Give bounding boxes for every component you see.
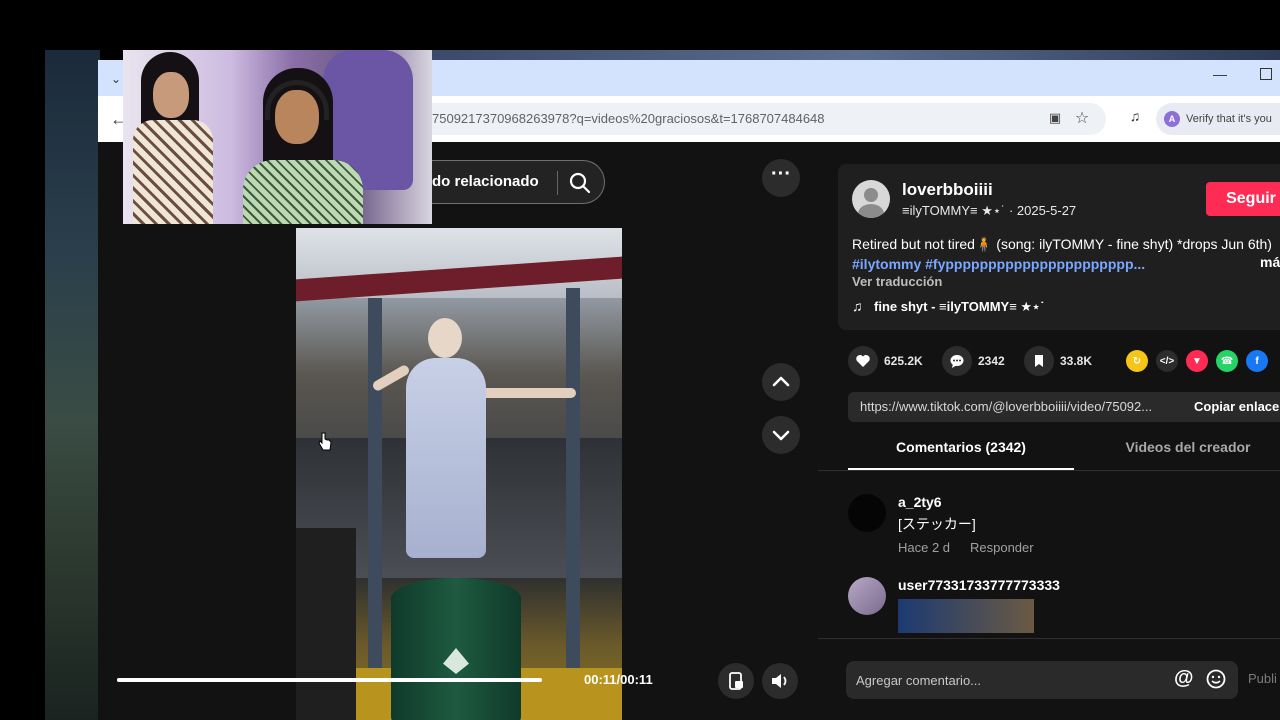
video-window-frame-right	[566, 288, 580, 720]
music-link[interactable]: fine shyt - ≡ilyTOMMY≡ ★⋆˙	[874, 299, 1045, 315]
streamer-2-body	[243, 160, 363, 224]
pip-icon	[729, 672, 743, 690]
save-stat[interactable]: 33.8K	[1024, 345, 1092, 377]
whatsapp-icon[interactable]: ☎	[1216, 350, 1238, 372]
like-count: 625.2K	[884, 354, 923, 368]
verify-text: Verify that it's you	[1186, 113, 1272, 125]
comment-username[interactable]: user77331733777773333	[898, 577, 1060, 593]
chevron-down-icon	[772, 430, 790, 441]
details-panel: loverbboiiii ≡ilyTOMMY≡ ★⋆˙ · 2025-5-27 …	[818, 142, 1280, 720]
emoji-icon[interactable]	[1206, 669, 1226, 689]
embed-code-icon[interactable]: </>	[1156, 350, 1178, 372]
desktop-wallpaper	[45, 50, 100, 720]
show-more-link[interactable]: má	[1260, 254, 1280, 270]
previous-video-button[interactable]	[762, 363, 800, 401]
comment-bubble-icon	[942, 346, 972, 376]
save-count: 33.8K	[1060, 354, 1093, 368]
comment-composer: @ Publi	[818, 638, 1280, 720]
translate-link[interactable]: Ver traducción	[852, 274, 942, 289]
video-time: 00:11/00:11	[584, 672, 653, 687]
chevron-up-icon	[772, 376, 790, 387]
commenter-avatar[interactable]	[848, 494, 886, 532]
share-link-text[interactable]: https://www.tiktok.com/@loverbboiiii/vid…	[860, 399, 1152, 414]
tab-creator-videos[interactable]: Videos del creador	[1088, 439, 1280, 471]
comment-count: 2342	[978, 354, 1005, 368]
avatar-body	[858, 204, 884, 218]
video-area: do relacionado ··· 00:11/00:11	[98, 142, 818, 720]
video-progress-fill	[117, 678, 542, 682]
profile-avatar-icon: A	[1164, 111, 1180, 127]
like-stat[interactable]: 625.2K	[848, 345, 923, 377]
streamer-1-face	[153, 72, 189, 118]
minimize-icon[interactable]: —	[1210, 66, 1230, 86]
search-icon[interactable]	[568, 171, 592, 195]
comment-sticker-image	[898, 599, 1034, 633]
comment-stat[interactable]: 2342	[942, 345, 1005, 377]
commenter-avatar[interactable]	[848, 577, 886, 615]
comment-text: [ステッカー]	[898, 516, 976, 532]
post-info-card: loverbboiiii ≡ilyTOMMY≡ ★⋆˙ · 2025-5-27 …	[838, 164, 1280, 330]
maximize-icon[interactable]	[1260, 68, 1272, 80]
tabs-divider	[818, 470, 1280, 471]
bookmark-star-icon[interactable]: ☆	[1072, 108, 1092, 128]
next-video-button[interactable]	[762, 416, 800, 454]
media-controls-icon[interactable]: ♫	[1124, 108, 1146, 130]
repost-icon[interactable]: ↻	[1126, 350, 1148, 372]
copy-link-button[interactable]: Copiar enlace	[1194, 399, 1279, 414]
webcam-overlay	[123, 50, 432, 224]
facebook-icon[interactable]: f	[1246, 350, 1268, 372]
video-progress-bar[interactable]	[117, 678, 542, 682]
dancer-arm-right	[476, 388, 576, 398]
tiktok-page: do relacionado ··· 00:11/00:11 loverbboi…	[98, 142, 1280, 720]
desktop-wallpaper-top	[432, 50, 1280, 60]
hashtag-links[interactable]: #ilytommy #fypppppppppppppppppppppp...	[852, 256, 1145, 272]
video-window-frame-left	[368, 298, 382, 720]
screen: ⌄ — ← 750921737096826397​8?q=videos%20gr…	[0, 0, 1280, 720]
dancer-dress	[406, 358, 486, 558]
install-app-icon[interactable]: ▣	[1046, 110, 1064, 128]
avatar-head	[864, 188, 878, 202]
barrel-logo	[443, 648, 469, 674]
url-text[interactable]: 750921737096826397​8?q=videos%20gracioso…	[432, 111, 825, 126]
creator-username[interactable]: loverbboiiii	[902, 180, 993, 200]
video-player[interactable]	[296, 228, 622, 720]
post-description: Retired but not tired🧍 (song: ilyTOMMY -…	[852, 234, 1280, 274]
mention-at-icon[interactable]: @	[1174, 667, 1194, 690]
music-note-icon: ♫	[852, 298, 863, 314]
more-options-icon[interactable]: ···	[762, 159, 800, 197]
video-barrel	[391, 578, 521, 720]
volume-icon	[772, 674, 787, 688]
comment-time: Hace 2 d	[898, 540, 951, 555]
description-text: Retired but not tired🧍 (song: ilyTOMMY -…	[852, 236, 1272, 252]
reply-button[interactable]: Responder	[970, 540, 1034, 555]
search-related-label: do relacionado	[432, 173, 539, 190]
send-to-friends-icon[interactable]: ▼	[1186, 350, 1208, 372]
comment-username[interactable]: a_2ty6	[898, 494, 942, 510]
publish-button[interactable]: Publi	[1248, 671, 1277, 686]
heart-icon	[848, 346, 878, 376]
streamer-1-body	[133, 120, 213, 224]
mouse-cursor-hand-icon	[318, 432, 332, 451]
video-dancer	[371, 318, 576, 578]
follow-button[interactable]: Seguir	[1206, 182, 1280, 216]
pill-divider	[557, 171, 558, 195]
creator-subline: ≡ilyTOMMY≡ ★⋆˙ · 2025-5-27	[902, 203, 1077, 218]
bookmark-icon	[1024, 346, 1054, 376]
volume-button[interactable]	[762, 663, 798, 699]
tab-comments[interactable]: Comentarios (2342)	[848, 439, 1074, 471]
dancer-head	[428, 318, 462, 358]
verify-profile-chip[interactable]: A Verify that it's you	[1156, 103, 1280, 135]
share-link-box: https://www.tiktok.com/@loverbboiiii/vid…	[848, 392, 1280, 422]
video-chair	[296, 528, 356, 720]
creator-avatar[interactable]	[852, 180, 890, 218]
picture-in-picture-button[interactable]	[718, 663, 754, 699]
